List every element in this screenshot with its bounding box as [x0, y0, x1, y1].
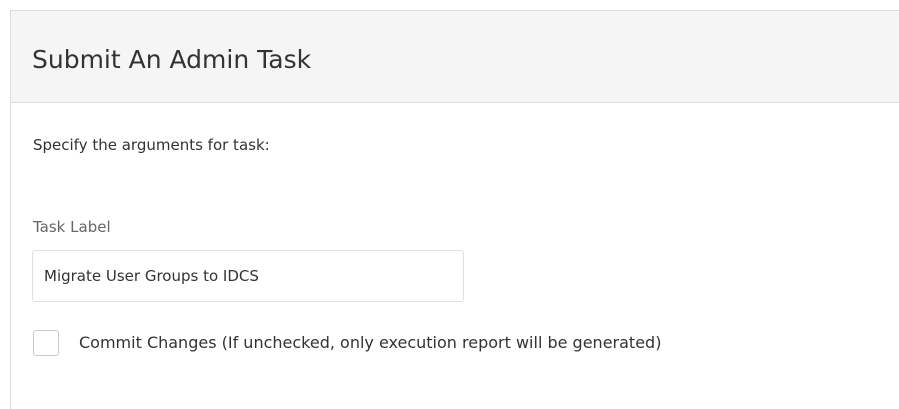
- commit-changes-checkbox[interactable]: [33, 330, 59, 356]
- commit-changes-label[interactable]: Commit Changes (If unchecked, only execu…: [79, 333, 661, 353]
- instructions-text: Specify the arguments for task:: [33, 136, 270, 154]
- task-label-input[interactable]: [32, 250, 464, 302]
- submit-admin-task-dialog: Submit An Admin Task Specify the argumen…: [10, 10, 899, 409]
- dialog-header: Submit An Admin Task: [11, 11, 899, 103]
- task-label-field-label: Task Label: [33, 218, 111, 236]
- commit-changes-row[interactable]: Commit Changes (If unchecked, only execu…: [33, 328, 661, 358]
- dialog-title: Submit An Admin Task: [32, 45, 312, 74]
